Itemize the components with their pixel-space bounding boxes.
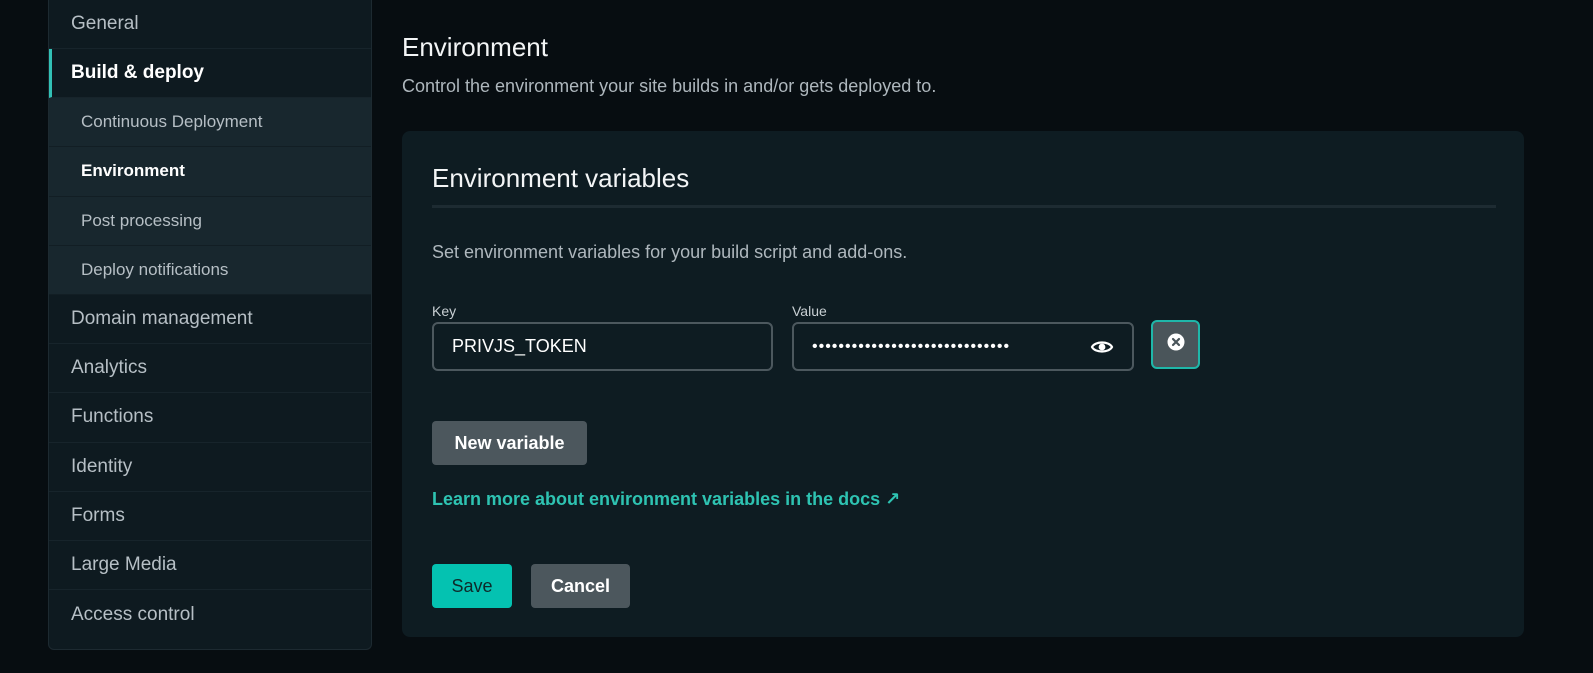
sidebar-item-label: Domain management xyxy=(71,308,253,330)
key-label: Key xyxy=(432,303,457,319)
save-label: Save xyxy=(451,575,493,596)
sidebar-item-label: Forms xyxy=(71,504,125,526)
sidebar-item-label: General xyxy=(71,13,139,34)
sidebar-item-identity[interactable]: Identity xyxy=(49,443,371,492)
sidebar-item-domain-management[interactable]: Domain management xyxy=(49,295,371,345)
cancel-label: Cancel xyxy=(550,575,611,596)
key-input-value: PRIVJS_TOKEN xyxy=(452,336,587,356)
sidebar-item-label: Access control xyxy=(71,603,195,625)
cancel-button[interactable]: Cancel xyxy=(531,564,630,608)
sidebar-subitem-label: Post processing xyxy=(81,210,202,230)
value-label: Value xyxy=(792,303,827,319)
sidebar-subitem-label: Environment xyxy=(81,161,185,181)
sidebar-item-analytics[interactable]: Analytics xyxy=(49,344,371,394)
sidebar-item-forms[interactable]: Forms xyxy=(49,492,371,541)
sidebar-item-label: Large Media xyxy=(71,553,177,575)
sidebar-item-large-media[interactable]: Large Media xyxy=(49,541,371,591)
sidebar-item-functions[interactable]: Functions xyxy=(49,393,371,443)
sidebar-item-build-deploy[interactable]: Build & deploy xyxy=(49,49,371,99)
new-variable-button[interactable]: New variable xyxy=(432,421,587,465)
page-title: Environment xyxy=(402,32,548,62)
settings-sidebar: General Build & deploy Continuous Deploy… xyxy=(48,0,372,650)
save-button[interactable]: Save xyxy=(432,564,512,608)
environment-variables-card: Environment variables Set environment va… xyxy=(402,131,1524,637)
card-title: Environment variables xyxy=(432,163,690,193)
new-variable-label: New variable xyxy=(454,432,565,453)
docs-link[interactable]: Learn more about environment variables i… xyxy=(432,489,900,510)
sidebar-subitem-environment[interactable]: Environment xyxy=(49,147,371,197)
sidebar-subitem-label: Deploy notifications xyxy=(81,259,229,279)
sidebar-subitem-post-processing[interactable]: Post processing xyxy=(49,197,371,246)
key-input[interactable]: PRIVJS_TOKEN xyxy=(432,322,773,371)
sidebar-subitem-deploy-notifications[interactable]: Deploy notifications xyxy=(49,246,371,295)
page-description: Control the environment your site builds… xyxy=(402,76,937,96)
sidebar-subitem-continuous-deployment[interactable]: Continuous Deployment xyxy=(49,98,371,148)
value-input-masked: •••••••••••••••••••••••••••••• xyxy=(812,338,1011,355)
sidebar-item-access-control[interactable]: Access control xyxy=(49,590,371,639)
remove-variable-button[interactable] xyxy=(1151,320,1200,369)
sidebar-item-label: Build & deploy xyxy=(71,62,204,84)
build-deploy-subnav: Continuous Deployment Environment Post p… xyxy=(49,98,371,295)
sidebar-item-general[interactable]: General xyxy=(49,0,371,49)
eye-icon[interactable] xyxy=(1090,336,1114,358)
sidebar-item-label: Functions xyxy=(71,406,154,428)
sidebar-item-label: Analytics xyxy=(71,357,148,379)
card-divider xyxy=(432,205,1496,208)
sidebar-subitem-label: Continuous Deployment xyxy=(81,112,263,132)
close-circle-icon xyxy=(1167,333,1185,356)
value-input[interactable]: •••••••••••••••••••••••••••••• xyxy=(792,322,1134,371)
card-description: Set environment variables for your build… xyxy=(432,242,908,262)
sidebar-item-label: Identity xyxy=(71,455,133,477)
